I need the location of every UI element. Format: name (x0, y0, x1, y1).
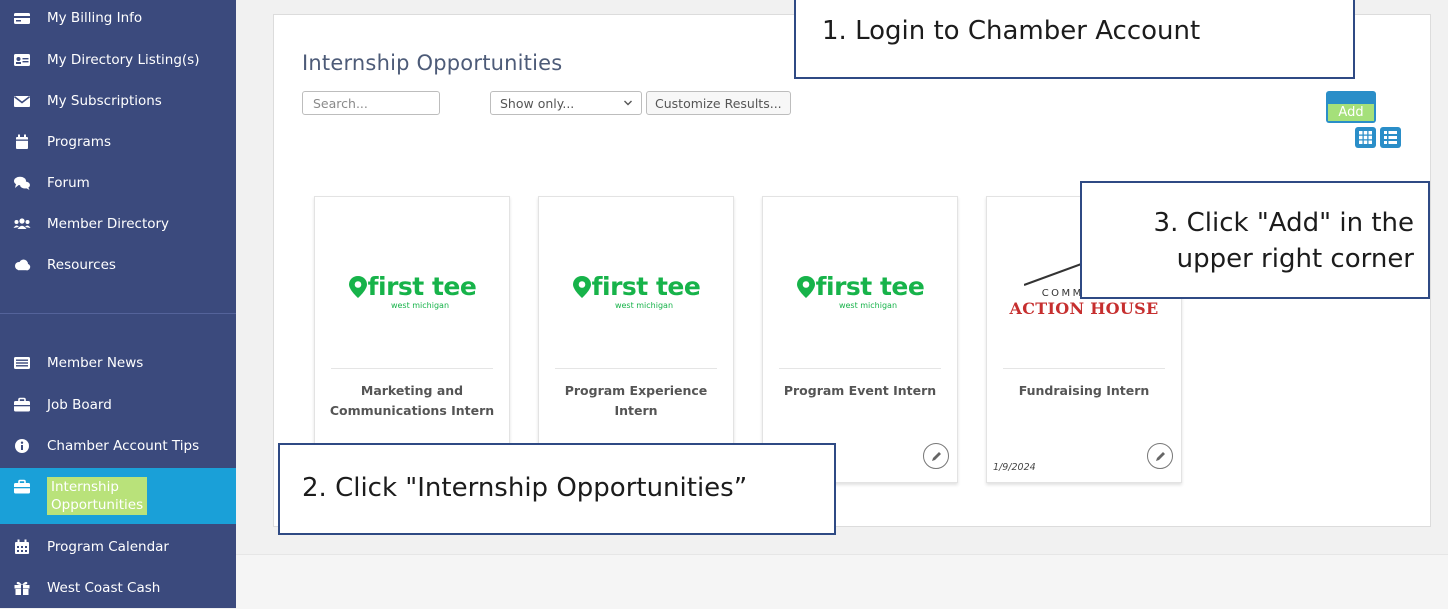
internship-card[interactable]: first tee west michigan Program Experien… (538, 196, 734, 483)
envelope-icon (13, 93, 31, 109)
page-title: Internship Opportunities (302, 51, 563, 75)
sidebar-item-label: My Billing Info (47, 10, 143, 26)
list-view-icon (1384, 131, 1397, 144)
briefcase-icon (13, 479, 31, 495)
map-pin-icon (572, 275, 591, 298)
card-title: Marketing and Communications Intern (329, 383, 495, 418)
first-tee-logo: first tee west michigan (315, 261, 509, 321)
sidebar-item-label: West Coast Cash (47, 580, 161, 596)
grid-view-button[interactable] (1355, 127, 1376, 148)
card-title: Program Experience Intern (564, 383, 708, 418)
calendar-grid-icon (13, 539, 31, 555)
briefcase-icon (13, 397, 31, 413)
sidebar-item-chamber-account-tips[interactable]: Chamber Account Tips (0, 426, 236, 466)
sidebar-divider (0, 313, 236, 314)
edit-button[interactable] (1147, 443, 1173, 469)
instruction-callout-step-3: 3. Click "Add" in the upper right corner (1080, 181, 1430, 299)
select-value: Show only... (500, 95, 575, 111)
sidebar-item-subscriptions[interactable]: My Subscriptions (0, 81, 236, 121)
sidebar-item-internship-opportunities[interactable]: Internship Opportunities (0, 468, 248, 524)
card-date: 1/9/2024 (993, 462, 1036, 473)
info-circle-icon (13, 438, 31, 454)
card-divider (1003, 368, 1165, 369)
sidebar-item-directory-listing[interactable]: My Directory Listing(s) (0, 40, 236, 80)
sidebar-item-programs[interactable]: Programs (0, 122, 236, 162)
sidebar-item-label: Programs (47, 134, 111, 150)
sidebar-item-resources[interactable]: Resources (0, 245, 236, 285)
internship-card[interactable]: first tee west michigan Marketing and Co… (314, 196, 510, 483)
grid-view-icon (1359, 131, 1372, 144)
id-card-icon (13, 52, 31, 68)
search-input[interactable] (302, 91, 440, 115)
sidebar-item-member-directory[interactable]: Member Directory (0, 204, 236, 244)
pencil-icon (1155, 451, 1165, 461)
sidebar-item-label: My Subscriptions (47, 93, 162, 109)
sidebar-item-label: My Directory Listing(s) (47, 52, 200, 68)
comments-icon (13, 175, 31, 191)
sidebar-item-label: Chamber Account Tips (47, 438, 200, 454)
customize-results-button[interactable]: Customize Results... (646, 91, 791, 115)
credit-card-icon (13, 10, 31, 26)
card-divider (555, 368, 717, 369)
sidebar-item-job-board[interactable]: Job Board (0, 385, 236, 425)
list-view-button[interactable] (1380, 127, 1401, 148)
sidebar-item-label: Internship Opportunities (47, 477, 148, 515)
calendar-icon (13, 134, 31, 150)
show-only-select[interactable]: Show only... (490, 91, 642, 115)
first-tee-logo: first tee west michigan (763, 261, 957, 321)
internship-card[interactable]: first tee west michigan Program Event In… (762, 196, 958, 483)
sidebar-item-label: Forum (47, 175, 90, 191)
add-button-label: Add (1328, 104, 1374, 121)
sidebar-item-label: Member News (47, 355, 144, 371)
first-tee-logo: first tee west michigan (539, 261, 733, 321)
instruction-callout-step-1: 1. Login to Chamber Account (794, 0, 1355, 79)
footer-band (236, 554, 1448, 609)
card-title: Fundraising Intern (1018, 383, 1150, 398)
map-pin-icon (796, 275, 815, 298)
card-divider (779, 368, 941, 369)
add-button[interactable]: Add (1326, 91, 1376, 123)
cloud-icon (13, 257, 31, 273)
sidebar-item-billing[interactable]: My Billing Info (0, 0, 236, 36)
edit-button[interactable] (923, 443, 949, 469)
instruction-callout-step-2: 2. Click "Internship Opportunities” (278, 443, 836, 535)
sidebar-item-label: Program Calendar (47, 539, 169, 555)
sidebar-item-label: Member Directory (47, 216, 170, 232)
sidebar-item-label: Job Board (47, 397, 112, 413)
newspaper-icon (13, 355, 31, 371)
users-icon (13, 216, 31, 232)
sidebar: My Billing Info My Directory Listing(s) … (0, 0, 248, 608)
card-title: Program Event Intern (783, 383, 937, 398)
chevron-down-icon (624, 100, 632, 106)
sidebar-item-program-calendar[interactable]: Program Calendar (0, 527, 236, 567)
pencil-icon (931, 451, 941, 461)
sidebar-item-member-news[interactable]: Member News (0, 343, 236, 383)
gift-icon (13, 580, 31, 596)
card-divider (331, 368, 493, 369)
sidebar-item-forum[interactable]: Forum (0, 163, 236, 203)
sidebar-item-west-coast-cash[interactable]: West Coast Cash (0, 568, 236, 608)
map-pin-icon (348, 275, 367, 298)
sidebar-item-label: Resources (47, 257, 116, 273)
